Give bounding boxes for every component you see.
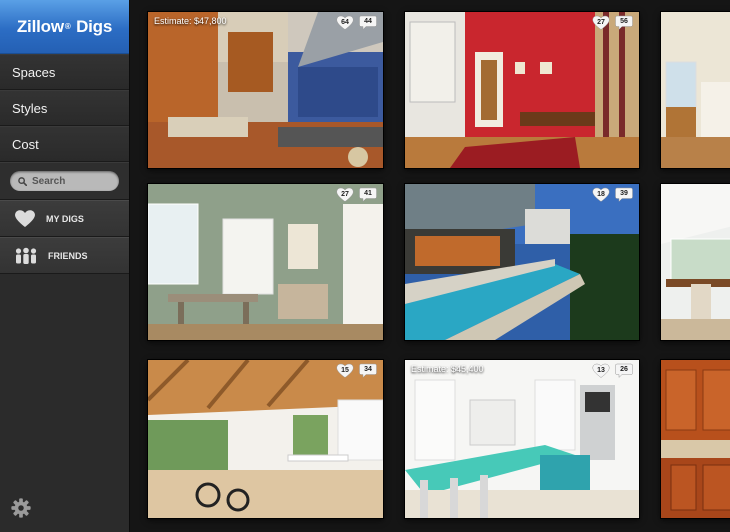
- photo-tile[interactable]: [661, 360, 730, 518]
- nav-item-spaces[interactable]: Spaces: [0, 54, 129, 90]
- like-count: 27: [341, 190, 349, 198]
- logo-suffix: Digs: [76, 16, 113, 36]
- photo-tile[interactable]: Estimate: $45,400 13 26: [405, 360, 639, 518]
- friends-icon: [15, 247, 37, 264]
- photo-grid: Estimate: $47,800 64 44 27 56 27 41 18 3…: [131, 0, 730, 532]
- modern-kitchen-photo: [405, 360, 639, 518]
- tile-badges: 18 39: [592, 187, 633, 202]
- search-input[interactable]: [32, 175, 112, 187]
- like-count-badge[interactable]: 27: [592, 15, 610, 30]
- like-count: 13: [597, 366, 605, 374]
- photo-tile[interactable]: Estimate: $47,800 64 44: [148, 12, 383, 168]
- photo-tile[interactable]: 15 34: [148, 360, 383, 518]
- gear-icon: [11, 498, 31, 518]
- search-field[interactable]: [10, 171, 119, 191]
- comment-count-badge[interactable]: 41: [359, 187, 377, 202]
- comment-count: 39: [620, 190, 628, 197]
- comment-count: 26: [620, 366, 628, 373]
- like-count-badge[interactable]: 18: [592, 187, 610, 202]
- heart-icon: [15, 210, 35, 227]
- bedroom-photo: [661, 12, 730, 168]
- search-icon: [18, 176, 27, 186]
- logo-registered-mark: ®: [64, 22, 71, 31]
- comment-count-badge[interactable]: 56: [615, 15, 633, 30]
- dining-room-photo: [405, 12, 639, 168]
- my-digs-button[interactable]: MY DIGS: [0, 200, 129, 237]
- like-count-badge[interactable]: 64: [336, 15, 354, 30]
- nav-item-label: Spaces: [12, 64, 56, 80]
- photo-tile[interactable]: 27 41: [148, 184, 383, 340]
- like-count: 27: [597, 18, 605, 26]
- nav-item-cost[interactable]: Cost: [0, 126, 129, 162]
- comment-count: 56: [620, 18, 628, 25]
- my-digs-label: MY DIGS: [46, 213, 84, 224]
- comment-count: 34: [364, 366, 372, 373]
- like-count-badge[interactable]: 13: [592, 363, 610, 378]
- nav-item-label: Styles: [12, 100, 48, 116]
- photo-tile[interactable]: [661, 184, 730, 340]
- search-bar: [0, 162, 129, 200]
- sidebar: Zillow® Digs Spaces Styles Cost MY DIGS: [0, 0, 130, 532]
- nav-item-styles[interactable]: Styles: [0, 90, 129, 126]
- tile-badges: 27 41: [336, 187, 377, 202]
- dining-nook-photo: [661, 184, 730, 340]
- like-count: 64: [341, 18, 349, 26]
- comment-count-badge[interactable]: 26: [615, 363, 633, 378]
- kitchen-photo: [148, 12, 383, 168]
- friends-label: FRIENDS: [48, 250, 88, 261]
- like-count-badge[interactable]: 15: [336, 363, 354, 378]
- tile-badges: 27 56: [592, 15, 633, 30]
- logo-text: Zillow: [16, 16, 64, 36]
- photo-tile[interactable]: [661, 12, 730, 168]
- nav-item-label: Cost: [12, 136, 39, 152]
- comment-count-badge[interactable]: 34: [359, 363, 377, 378]
- like-count: 18: [597, 190, 605, 198]
- home-office-photo: [148, 184, 383, 340]
- settings-button[interactable]: [10, 497, 32, 524]
- photo-tile[interactable]: 27 56: [405, 12, 639, 168]
- estimate-label: Estimate: $45,400: [411, 364, 484, 374]
- tile-badges: 64 44: [336, 15, 377, 30]
- like-count-badge[interactable]: 27: [336, 187, 354, 202]
- photo-tile[interactable]: 18 39: [405, 184, 639, 340]
- like-count: 15: [341, 366, 349, 374]
- pool-photo: [405, 184, 639, 340]
- comment-count-badge[interactable]: 44: [359, 15, 377, 30]
- tile-badges: 13 26: [592, 363, 633, 378]
- estimate-label: Estimate: $47,800: [154, 16, 227, 26]
- friends-button[interactable]: FRIENDS: [0, 237, 129, 274]
- comment-count: 41: [364, 190, 372, 197]
- loft-office-photo: [148, 360, 383, 518]
- comment-count-badge[interactable]: 39: [615, 187, 633, 202]
- comment-count: 44: [364, 18, 372, 25]
- zillow-digs-logo[interactable]: Zillow ® Digs: [0, 0, 129, 54]
- wood-kitchen-photo: [661, 360, 730, 518]
- tile-badges: 15 34: [336, 363, 377, 378]
